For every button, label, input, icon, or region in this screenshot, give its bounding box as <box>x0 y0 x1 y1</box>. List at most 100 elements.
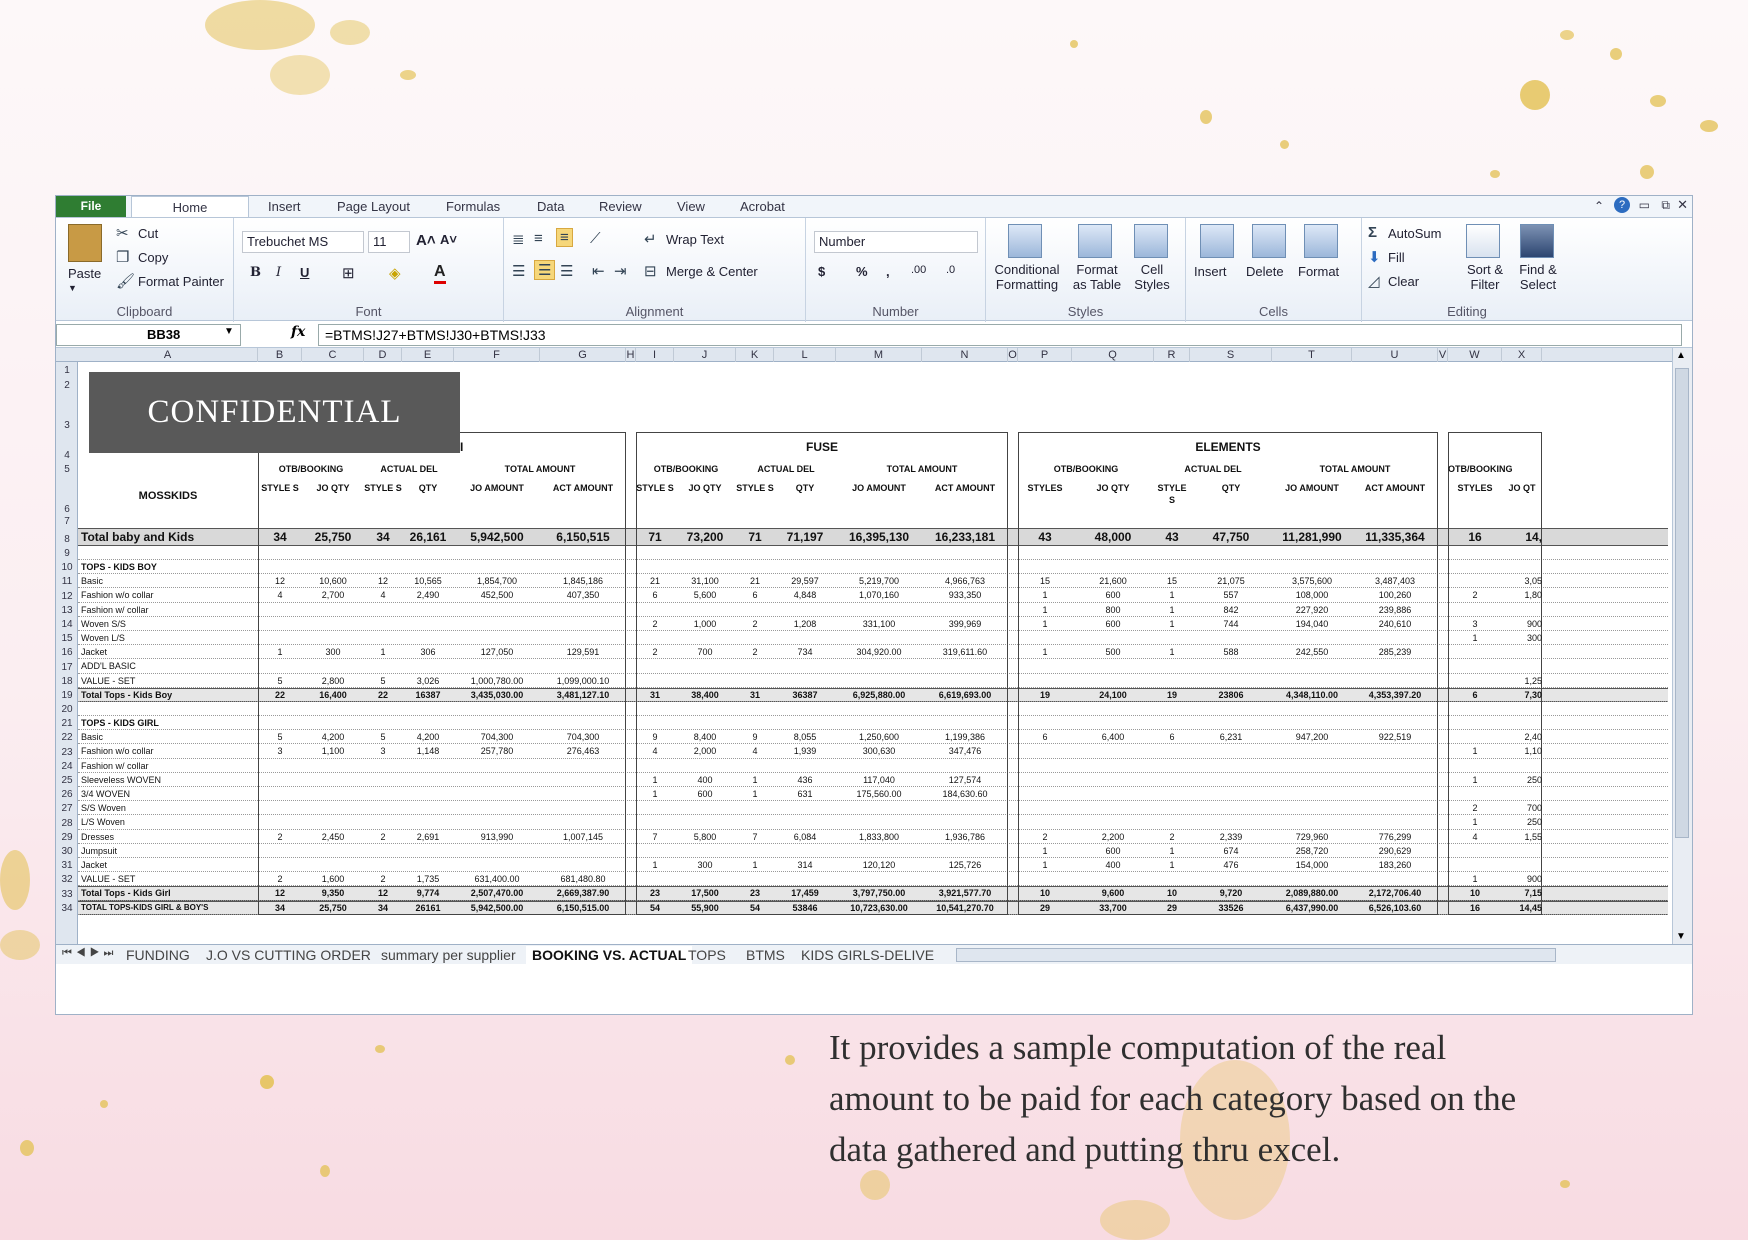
elements-value[interactable] <box>1272 759 1352 773</box>
vertical-scrollbar[interactable]: ▲ ▼ <box>1672 348 1692 944</box>
next-supplier-value[interactable]: 1,25 <box>1502 674 1542 688</box>
elements-value[interactable] <box>1018 787 1072 801</box>
elements-value[interactable]: 1 <box>1154 603 1190 617</box>
kawaii-value[interactable] <box>454 659 540 673</box>
help-icon[interactable]: ? <box>1614 197 1630 213</box>
orientation-icon[interactable]: ⟋ <box>590 230 601 247</box>
elements-value[interactable] <box>1072 659 1154 673</box>
elements-value[interactable]: 33,700 <box>1072 901 1154 915</box>
kawaii-value[interactable]: 10,600 <box>302 574 364 588</box>
elements-value[interactable]: 15 <box>1018 574 1072 588</box>
next-supplier-value[interactable]: 7,15 <box>1502 886 1542 900</box>
next-supplier-value[interactable] <box>1502 659 1542 673</box>
elements-value[interactable]: 1 <box>1018 603 1072 617</box>
next-supplier-value[interactable] <box>1448 645 1502 659</box>
fuse-value[interactable]: 71 <box>636 528 674 546</box>
elements-value[interactable] <box>1072 716 1154 730</box>
kawaii-value[interactable]: 1,854,700 <box>454 574 540 588</box>
kawaii-value[interactable] <box>540 858 626 872</box>
column-label[interactable]: JO AMOUNT <box>836 476 922 516</box>
row-header-9[interactable]: 9 <box>56 548 78 559</box>
next-supplier-value[interactable]: 900 <box>1502 617 1542 631</box>
elements-value[interactable]: 10 <box>1018 886 1072 900</box>
name-box[interactable]: BB38 <box>56 324 241 346</box>
kawaii-value[interactable]: 704,300 <box>540 730 626 744</box>
column-label[interactable]: JO AMOUNT <box>454 476 540 516</box>
elements-value[interactable] <box>1154 674 1190 688</box>
next-supplier-value[interactable] <box>1502 759 1542 773</box>
next-supplier-value[interactable] <box>1448 759 1502 773</box>
fuse-value[interactable]: 4 <box>636 744 674 758</box>
elements-value[interactable] <box>1072 744 1154 758</box>
format-cells-icon[interactable] <box>1304 224 1338 258</box>
next-supplier-value[interactable]: 3 <box>1448 617 1502 631</box>
elements-value[interactable] <box>1352 801 1438 815</box>
fuse-value[interactable]: 16,395,130 <box>836 528 922 546</box>
increase-indent-icon[interactable]: ⇥ <box>614 262 627 280</box>
row-header-20[interactable]: 20 <box>56 704 78 715</box>
elements-value[interactable] <box>1190 773 1272 787</box>
fuse-value[interactable]: 5,219,700 <box>836 574 922 588</box>
kawaii-value[interactable]: 1 <box>364 645 402 659</box>
elements-value[interactable]: 600 <box>1072 844 1154 858</box>
row-header-26[interactable]: 26 <box>56 789 78 800</box>
subheader[interactable]: ACTUAL DEL <box>736 462 836 476</box>
fuse-value[interactable] <box>674 759 736 773</box>
kawaii-value[interactable] <box>302 844 364 858</box>
tab-file[interactable]: File <box>56 196 126 217</box>
kawaii-value[interactable]: 2,691 <box>402 830 454 844</box>
row-label[interactable]: L/S Woven <box>78 815 258 829</box>
fuse-value[interactable]: 1,936,786 <box>922 830 1008 844</box>
kawaii-value[interactable] <box>302 560 364 574</box>
column-label[interactable]: STYLE S <box>364 476 402 516</box>
elements-value[interactable] <box>1190 759 1272 773</box>
fuse-value[interactable]: 1,000 <box>674 617 736 631</box>
fuse-value[interactable]: 1,250,600 <box>836 730 922 744</box>
kawaii-value[interactable] <box>454 716 540 730</box>
fuse-value[interactable] <box>774 815 836 829</box>
column-header-D[interactable]: D <box>364 348 402 362</box>
column-header-X[interactable]: X <box>1502 348 1542 362</box>
tab-data[interactable]: Data <box>537 199 564 214</box>
fuse-value[interactable]: 184,630.60 <box>922 787 1008 801</box>
elements-value[interactable]: 4,353,397.20 <box>1352 688 1438 702</box>
fuse-value[interactable]: 1 <box>736 787 774 801</box>
kawaii-value[interactable] <box>540 560 626 574</box>
kawaii-value[interactable] <box>454 858 540 872</box>
kawaii-value[interactable] <box>540 617 626 631</box>
next-supplier-value[interactable] <box>1448 716 1502 730</box>
elements-value[interactable] <box>1272 674 1352 688</box>
cell-styles-button[interactable]: Cell Styles <box>1128 262 1176 292</box>
fuse-value[interactable] <box>636 844 674 858</box>
next-supplier-value[interactable] <box>1448 730 1502 744</box>
elements-value[interactable]: 600 <box>1072 588 1154 602</box>
elements-value[interactable] <box>1352 773 1438 787</box>
font-family-select[interactable]: Trebuchet MS <box>242 231 364 253</box>
row-header-14[interactable]: 14 <box>56 619 78 630</box>
elements-value[interactable]: 240,610 <box>1352 617 1438 631</box>
fuse-value[interactable]: 16,233,181 <box>922 528 1008 546</box>
fuse-value[interactable]: 38,400 <box>674 688 736 702</box>
elements-value[interactable] <box>1154 560 1190 574</box>
row-header-31[interactable]: 31 <box>56 860 78 871</box>
fuse-value[interactable]: 400 <box>674 773 736 787</box>
column-header-F[interactable]: F <box>454 348 540 362</box>
elements-value[interactable] <box>1018 872 1072 886</box>
column-label[interactable]: STYLE S <box>736 476 774 516</box>
row-header-11[interactable]: 11 <box>56 576 78 587</box>
kawaii-value[interactable]: 300 <box>302 645 364 659</box>
fuse-value[interactable]: 5,800 <box>674 830 736 844</box>
fuse-value[interactable]: 399,969 <box>922 617 1008 631</box>
fuse-value[interactable] <box>836 659 922 673</box>
fuse-value[interactable] <box>836 815 922 829</box>
elements-value[interactable] <box>1072 759 1154 773</box>
insert-button[interactable]: Insert <box>1194 264 1227 279</box>
elements-value[interactable]: 1 <box>1154 858 1190 872</box>
kawaii-value[interactable]: 681,480.80 <box>540 872 626 886</box>
sheet-tab[interactable]: J.O VS CUTTING ORDER <box>206 946 371 964</box>
fuse-value[interactable] <box>636 716 674 730</box>
elements-value[interactable] <box>1072 815 1154 829</box>
kawaii-value[interactable]: 2,507,470.00 <box>454 886 540 900</box>
autosum-button[interactable]: AutoSum <box>1388 226 1441 241</box>
kawaii-value[interactable] <box>302 773 364 787</box>
